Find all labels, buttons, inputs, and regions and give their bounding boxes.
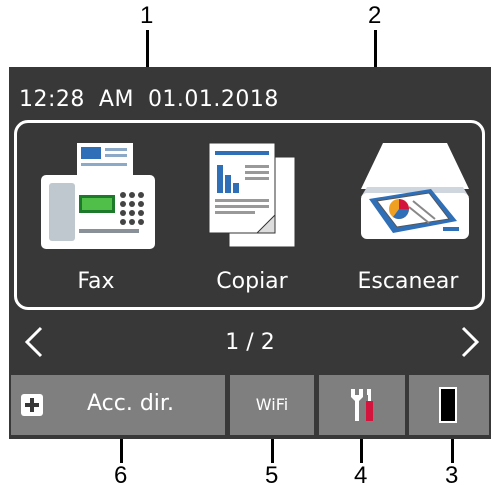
status-ampm: AM — [98, 87, 134, 112]
callout-2: 2 — [368, 2, 382, 29]
scan-label: Escanear — [357, 269, 459, 294]
shortcut-button[interactable]: Acc. dir. — [11, 375, 225, 435]
copy-documents-icon — [208, 142, 296, 248]
fax-button[interactable]: Fax — [21, 123, 171, 307]
wifi-button[interactable]: WiFi — [230, 375, 314, 435]
fax-machine-icon — [41, 143, 155, 249]
status-date: 01.01.2018 — [147, 87, 279, 112]
lcd-screen: 12:28 AM 01.01.2018 Fax Copiar Escanear … — [9, 67, 491, 439]
callout-1: 1 — [140, 2, 154, 29]
callout-6: 6 — [114, 462, 128, 489]
status-bar: 12:28 AM 01.01.2018 — [19, 87, 293, 112]
wifi-label: WiFi — [255, 395, 289, 414]
fax-label: Fax — [77, 269, 115, 294]
scan-button[interactable]: Escanear — [333, 123, 483, 307]
app-panel: Fax Copiar Escanear — [14, 120, 485, 310]
callout-3: 3 — [445, 462, 459, 489]
scanner-icon — [361, 143, 469, 239]
tools-icon — [351, 389, 373, 421]
settings-button[interactable] — [319, 375, 405, 435]
copy-label: Copiar — [216, 269, 288, 294]
toner-button[interactable] — [409, 375, 489, 435]
status-time: 12:28 — [19, 87, 85, 112]
callout-5: 5 — [265, 462, 279, 489]
copy-button[interactable]: Copiar — [177, 123, 327, 307]
pager: 1 / 2 — [9, 320, 491, 364]
toner-icon — [439, 387, 457, 423]
page-indicator: 1 / 2 — [225, 330, 275, 355]
callout-4: 4 — [354, 462, 368, 489]
plus-icon — [21, 394, 43, 416]
chevron-right-icon[interactable] — [455, 326, 485, 358]
shortcut-label: Acc. dir. — [87, 391, 174, 416]
